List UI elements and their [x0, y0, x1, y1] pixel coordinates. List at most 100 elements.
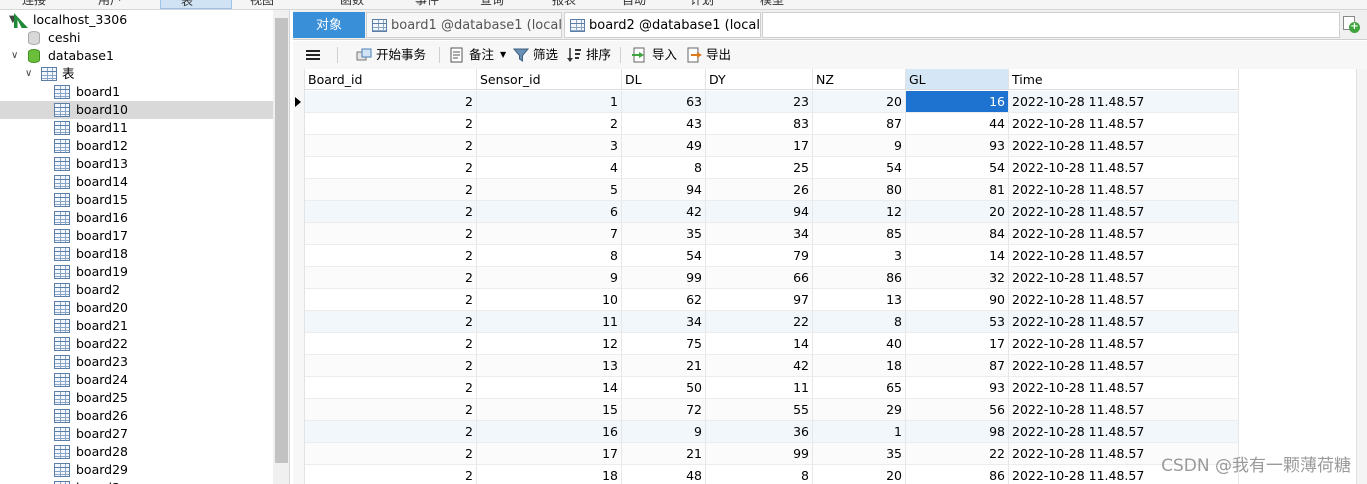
- table-row[interactable]: 2 15 72 55 29 56 2022-10-28 11.48.57: [305, 399, 1239, 421]
- cell-time[interactable]: 2022-10-28 11.48.57: [1009, 91, 1239, 113]
- sidebar-item-board13[interactable]: board13: [0, 155, 273, 173]
- cell-gl[interactable]: 86: [906, 465, 1009, 484]
- table-row[interactable]: 2 11 34 22 8 53 2022-10-28 11.48.57: [305, 311, 1239, 333]
- cell-sensor_id[interactable]: 12: [477, 333, 622, 355]
- table-row[interactable]: 2 1 63 23 20 16 2022-10-28 11.48.57: [305, 91, 1239, 113]
- tree-folder-tables[interactable]: ∨ 表: [0, 65, 273, 83]
- cell-nz[interactable]: 3: [813, 245, 906, 267]
- sidebar-item-board3[interactable]: board3: [0, 479, 273, 484]
- cell-sensor_id[interactable]: 6: [477, 201, 622, 223]
- cell-dy[interactable]: 11: [706, 377, 813, 399]
- cell-dl[interactable]: 62: [622, 289, 706, 311]
- cell-nz[interactable]: 40: [813, 333, 906, 355]
- sidebar-item-board16[interactable]: board16: [0, 209, 273, 227]
- cell-board_id[interactable]: 2: [305, 465, 477, 484]
- table-row[interactable]: 2 8 54 79 3 14 2022-10-28 11.48.57: [305, 245, 1239, 267]
- cell-board_id[interactable]: 2: [305, 377, 477, 399]
- cell-time[interactable]: 2022-10-28 11.48.57: [1009, 113, 1239, 135]
- sidebar-scroll-thumb[interactable]: [275, 18, 288, 463]
- chevron-down-icon[interactable]: ∨: [25, 65, 35, 83]
- cell-nz[interactable]: 8: [813, 311, 906, 333]
- cell-dl[interactable]: 75: [622, 333, 706, 355]
- cell-time[interactable]: 2022-10-28 11.48.57: [1009, 179, 1239, 201]
- cell-board_id[interactable]: 2: [305, 399, 477, 421]
- cell-board_id[interactable]: 2: [305, 355, 477, 377]
- cell-gl[interactable]: 22: [906, 443, 1009, 465]
- cell-sensor_id[interactable]: 8: [477, 245, 622, 267]
- cell-board_id[interactable]: 2: [305, 201, 477, 223]
- cell-dl[interactable]: 35: [622, 223, 706, 245]
- sidebar-item-board15[interactable]: board15: [0, 191, 273, 209]
- cell-gl[interactable]: 87: [906, 355, 1009, 377]
- cell-nz[interactable]: 20: [813, 465, 906, 484]
- cell-board_id[interactable]: 2: [305, 289, 477, 311]
- cell-dy[interactable]: 36: [706, 421, 813, 443]
- menu-item[interactable]: 视图: [250, 0, 274, 9]
- cell-gl[interactable]: 17: [906, 333, 1009, 355]
- menu-item[interactable]: 用户: [98, 0, 122, 9]
- column-header-sensor_id[interactable]: Sensor_id: [477, 69, 622, 90]
- cell-dl[interactable]: 34: [622, 311, 706, 333]
- sidebar-item-board2[interactable]: board2: [0, 281, 273, 299]
- cell-dy[interactable]: 34: [706, 223, 813, 245]
- chevron-down-icon[interactable]: ▼: [500, 45, 506, 65]
- sidebar-item-board1[interactable]: board1: [0, 83, 273, 101]
- cell-dl[interactable]: 48: [622, 465, 706, 484]
- cell-sensor_id[interactable]: 17: [477, 443, 622, 465]
- cell-board_id[interactable]: 2: [305, 91, 477, 113]
- tab-board2[interactable]: board2 @database1 (localh...: [564, 12, 761, 38]
- sidebar-item-board26[interactable]: board26: [0, 407, 273, 425]
- cell-time[interactable]: 2022-10-28 11.48.57: [1009, 135, 1239, 157]
- cell-nz[interactable]: 35: [813, 443, 906, 465]
- cell-dl[interactable]: 42: [622, 201, 706, 223]
- cell-time[interactable]: 2022-10-28 11.48.57: [1009, 267, 1239, 289]
- menu-item[interactable]: 计划: [690, 0, 714, 9]
- column-header-gl[interactable]: GL: [906, 69, 1009, 90]
- tab-objects[interactable]: 对象: [293, 12, 365, 38]
- column-header-time[interactable]: Time: [1009, 69, 1239, 90]
- cell-nz[interactable]: 80: [813, 179, 906, 201]
- cell-dl[interactable]: 49: [622, 135, 706, 157]
- cell-board_id[interactable]: 2: [305, 267, 477, 289]
- cell-sensor_id[interactable]: 4: [477, 157, 622, 179]
- cell-sensor_id[interactable]: 3: [477, 135, 622, 157]
- begin-transaction-button[interactable]: 开始事务: [356, 45, 432, 65]
- cell-dy[interactable]: 25: [706, 157, 813, 179]
- cell-sensor_id[interactable]: 5: [477, 179, 622, 201]
- sidebar-item-board27[interactable]: board27: [0, 425, 273, 443]
- cell-nz[interactable]: 9: [813, 135, 906, 157]
- cell-board_id[interactable]: 2: [305, 179, 477, 201]
- cell-dl[interactable]: 99: [622, 267, 706, 289]
- chevron-down-icon[interactable]: ∨: [11, 47, 21, 65]
- cell-dl[interactable]: 9: [622, 421, 706, 443]
- sidebar-scrollbar[interactable]: [273, 10, 289, 484]
- cell-time[interactable]: 2022-10-28 11.48.57: [1009, 399, 1239, 421]
- cell-dy[interactable]: 94: [706, 201, 813, 223]
- tree-database-database1[interactable]: ∨ database1: [0, 47, 273, 65]
- cell-time[interactable]: 2022-10-28 11.48.57: [1009, 157, 1239, 179]
- cell-dl[interactable]: 72: [622, 399, 706, 421]
- note-button[interactable]: 备注 ▼: [449, 45, 509, 65]
- cell-gl[interactable]: 32: [906, 267, 1009, 289]
- menu-item[interactable]: 自动: [622, 0, 646, 9]
- export-button[interactable]: 导出: [686, 45, 732, 65]
- table-row[interactable]: 2 5 94 26 80 81 2022-10-28 11.48.57: [305, 179, 1239, 201]
- cell-gl[interactable]: 93: [906, 135, 1009, 157]
- sidebar-item-board20[interactable]: board20: [0, 299, 273, 317]
- cell-time[interactable]: 2022-10-28 11.48.57: [1009, 289, 1239, 311]
- cell-dy[interactable]: 8: [706, 465, 813, 484]
- cell-dy[interactable]: 66: [706, 267, 813, 289]
- tab-filter-input[interactable]: [762, 12, 1340, 38]
- table-row[interactable]: 2 6 42 94 12 20 2022-10-28 11.48.57: [305, 201, 1239, 223]
- cell-time[interactable]: 2022-10-28 11.48.57: [1009, 201, 1239, 223]
- cell-nz[interactable]: 18: [813, 355, 906, 377]
- cell-sensor_id[interactable]: 7: [477, 223, 622, 245]
- cell-dy[interactable]: 79: [706, 245, 813, 267]
- cell-dy[interactable]: 97: [706, 289, 813, 311]
- table-row[interactable]: 2 3 49 17 9 93 2022-10-28 11.48.57: [305, 135, 1239, 157]
- table-row[interactable]: 2 18 48 8 20 86 2022-10-28 11.48.57: [305, 465, 1239, 484]
- cell-dl[interactable]: 50: [622, 377, 706, 399]
- cell-gl[interactable]: 98: [906, 421, 1009, 443]
- sidebar-item-board17[interactable]: board17: [0, 227, 273, 245]
- cell-dl[interactable]: 54: [622, 245, 706, 267]
